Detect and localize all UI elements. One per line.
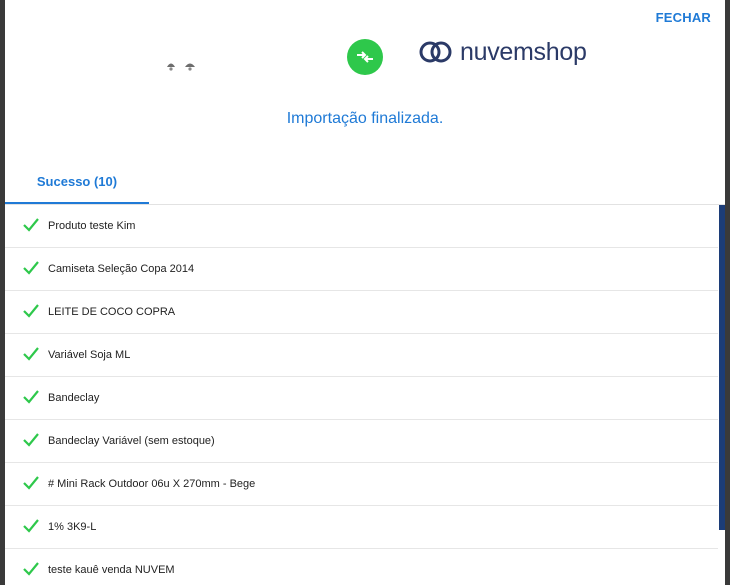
item-label: 1% 3K9-L bbox=[48, 521, 97, 533]
item-label: Bandeclay Variável (sem estoque) bbox=[48, 435, 215, 447]
check-icon bbox=[23, 433, 39, 447]
check-icon bbox=[23, 347, 39, 361]
list-item: Camiseta Seleção Copa 2014 bbox=[5, 248, 718, 291]
list-item: LEITE DE COCO COPRA bbox=[5, 291, 718, 334]
arrows-swap-icon bbox=[357, 51, 373, 63]
item-label: LEITE DE COCO COPRA bbox=[48, 306, 176, 318]
imported-items-list: Produto teste Kim Camiseta Seleção Copa … bbox=[5, 205, 718, 585]
result-tabs: Sucesso (10) bbox=[5, 162, 725, 205]
import-result-modal: FECHAR nuvemshop Importação finalizada. … bbox=[5, 0, 725, 585]
brand-name: nuvemshop bbox=[460, 37, 587, 66]
list-item: Variável Soja ML bbox=[5, 334, 718, 377]
check-icon bbox=[23, 218, 39, 232]
close-button[interactable]: FECHAR bbox=[656, 10, 711, 25]
check-icon bbox=[23, 562, 39, 576]
item-label: teste kauê venda NUVEM bbox=[48, 564, 175, 576]
check-icon bbox=[23, 390, 39, 404]
list-item: Produto teste Kim bbox=[5, 205, 718, 248]
list-item: 1% 3K9-L bbox=[5, 506, 718, 549]
source-platform-logo bbox=[167, 63, 195, 71]
tab-success[interactable]: Sucesso (10) bbox=[5, 162, 149, 204]
check-icon bbox=[23, 476, 39, 490]
item-label: Produto teste Kim bbox=[48, 220, 136, 232]
status-message: Importação finalizada. bbox=[286, 110, 444, 127]
check-icon bbox=[23, 519, 39, 533]
list-item: Bandeclay bbox=[5, 377, 718, 420]
item-label: Variável Soja ML bbox=[48, 349, 131, 361]
transfer-icon bbox=[347, 39, 383, 75]
list-scrollbar[interactable] bbox=[719, 205, 725, 530]
list-item: # Mini Rack Outdoor 06u X 270mm - Bege bbox=[5, 463, 718, 506]
item-label: Bandeclay bbox=[48, 392, 100, 404]
check-icon bbox=[23, 304, 39, 318]
nuvemshop-cloud-icon bbox=[419, 41, 452, 63]
item-label: Camiseta Seleção Copa 2014 bbox=[48, 263, 195, 275]
nuvemshop-logo: nuvemshop bbox=[418, 36, 587, 68]
item-label: # Mini Rack Outdoor 06u X 270mm - Bege bbox=[48, 478, 256, 490]
list-item: teste kauê venda NUVEM bbox=[5, 549, 718, 585]
list-item: Bandeclay Variável (sem estoque) bbox=[5, 420, 718, 463]
check-icon bbox=[23, 261, 39, 275]
